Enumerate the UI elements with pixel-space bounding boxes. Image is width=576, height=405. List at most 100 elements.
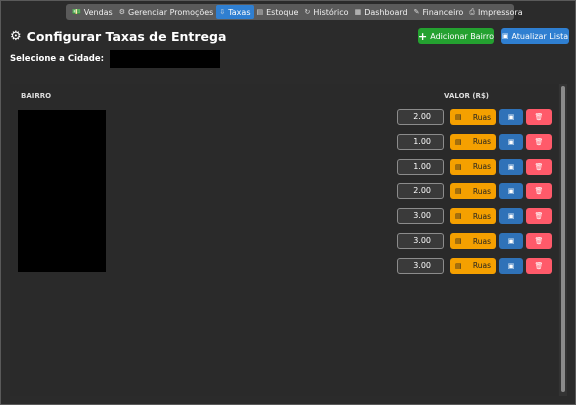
nav-item-impressora[interactable]: ⎙ Impressora	[466, 5, 525, 19]
scrollbar-thumb[interactable]	[561, 86, 565, 392]
save-icon: ▣	[507, 237, 515, 245]
add-neighborhood-label: Adicionar Bairro	[430, 31, 494, 41]
streets-label: Ruas	[472, 112, 491, 122]
city-select[interactable]	[110, 50, 221, 68]
nav-label: Financeiro	[422, 7, 464, 17]
nav-label: Taxas	[228, 7, 251, 17]
nav-label: Impressora	[477, 7, 523, 17]
delete-button[interactable]: 🗑	[526, 183, 552, 200]
streets-label: Ruas	[472, 162, 491, 172]
trash-icon: 🗑	[534, 261, 544, 270]
nav-item-vendas[interactable]: 💵 Vendas	[69, 5, 116, 19]
page-header: ⚙ Configurar Taxas de Entrega	[10, 29, 226, 44]
trash-icon: 🗑	[534, 187, 544, 196]
nav-icon: ↻	[304, 8, 311, 16]
delete-button[interactable]: 🗑	[526, 233, 552, 249]
nav-label: Histórico	[313, 7, 349, 17]
streets-label: Ruas	[472, 137, 491, 147]
nav-label: Dashboard	[364, 7, 408, 17]
add-neighborhood-button[interactable]: + Adicionar Bairro	[418, 28, 494, 44]
streets-label: Ruas	[472, 261, 491, 271]
nav-item-estoque[interactable]: ▤ Estoque	[254, 5, 302, 19]
nav-item-hist-rico[interactable]: ↻ Histórico	[301, 5, 351, 19]
streets-icon: ▤	[455, 137, 462, 146]
table-row: 1.00 ▤ Ruas ▣ 🗑	[397, 158, 557, 175]
nav-icon: ⎙	[469, 7, 475, 16]
streets-button[interactable]: ▤ Ruas	[450, 158, 496, 175]
save-icon: ▣	[507, 137, 515, 146]
fee-value-input[interactable]: 2.00	[397, 183, 444, 200]
column-header-valor: VALOR (R$)	[444, 92, 490, 100]
trash-icon: 🗑	[534, 113, 544, 121]
nav-icon: ▦	[354, 8, 362, 16]
streets-button[interactable]: ▤ Ruas	[450, 233, 496, 249]
refresh-icon: ▣	[501, 32, 509, 40]
delete-button[interactable]: 🗑	[526, 109, 552, 125]
fee-value-input[interactable]: 3.00	[397, 257, 444, 274]
fee-value-input[interactable]: 1.00	[397, 133, 444, 150]
streets-label: Ruas	[472, 236, 491, 246]
streets-icon: ▤	[455, 261, 462, 270]
gear-icon: ⚙	[10, 29, 22, 44]
city-selector-row: Selecione a Cidade:	[10, 50, 221, 68]
streets-button[interactable]: ▤ Ruas	[450, 208, 496, 225]
scrollbar[interactable]	[559, 84, 567, 396]
nav-item-dashboard[interactable]: ▦ Dashboard	[352, 5, 411, 19]
delete-button[interactable]: 🗑	[526, 133, 552, 150]
save-icon: ▣	[507, 212, 515, 221]
streets-icon: ▤	[455, 212, 462, 221]
nav-icon: ▤	[256, 8, 264, 16]
fee-value-input[interactable]: 3.00	[397, 208, 444, 225]
delete-button[interactable]: 🗑	[526, 158, 552, 175]
page-title: Configurar Taxas de Entrega	[26, 29, 227, 44]
refresh-list-button[interactable]: ▣ Atualizar Lista	[501, 28, 569, 44]
nav-icon: ✎	[413, 8, 420, 16]
fee-value-input[interactable]: 2.00	[397, 109, 444, 125]
nav-item-gerenciar-promo-es[interactable]: ⚙ Gerenciar Promoções	[116, 5, 217, 19]
trash-icon: 🗑	[534, 237, 544, 245]
plus-icon: +	[418, 29, 428, 43]
save-button[interactable]: ▣	[499, 257, 523, 274]
nav-icon: 💵	[72, 8, 81, 16]
save-button[interactable]: ▣	[499, 109, 523, 125]
trash-icon: 🗑	[534, 212, 544, 221]
table-row: 3.00 ▤ Ruas ▣ 🗑	[397, 233, 557, 249]
save-button[interactable]: ▣	[499, 233, 523, 249]
streets-label: Ruas	[472, 211, 491, 221]
table-row: 3.00 ▤ Ruas ▣ 🗑	[397, 257, 557, 274]
streets-icon: ▤	[455, 237, 462, 245]
save-icon: ▣	[507, 261, 515, 270]
top-nav: 💵 Vendas ⚙ Gerenciar Promoções ⇩ Taxas ▤ Estoqu…	[66, 4, 523, 20]
delete-button[interactable]: 🗑	[526, 208, 552, 225]
nav-icon: ⇩	[219, 8, 226, 16]
nav-item-taxas[interactable]: ⇩ Taxas	[216, 5, 254, 19]
nav-label: Estoque	[266, 7, 299, 17]
nav-item-financeiro[interactable]: ✎ Financeiro	[411, 5, 467, 19]
column-header-bairro: BAIRRO	[21, 92, 52, 100]
streets-button[interactable]: ▤ Ruas	[450, 133, 496, 150]
streets-button[interactable]: ▤ Ruas	[450, 257, 496, 274]
trash-icon: 🗑	[534, 162, 544, 171]
streets-icon: ▤	[455, 187, 462, 196]
table-row: 2.00 ▤ Ruas ▣ 🗑	[397, 109, 557, 125]
nav-label: Gerenciar Promoções	[128, 7, 214, 17]
save-button[interactable]: ▣	[499, 208, 523, 225]
nav-label: Vendas	[83, 7, 113, 17]
streets-icon: ▤	[455, 113, 462, 121]
save-button[interactable]: ▣	[499, 183, 523, 200]
delete-button[interactable]: 🗑	[526, 257, 552, 274]
fee-value-input[interactable]: 1.00	[397, 158, 444, 175]
fee-value-input[interactable]: 3.00	[397, 233, 444, 249]
streets-label: Ruas	[472, 186, 491, 196]
trash-icon: 🗑	[534, 137, 544, 146]
streets-button[interactable]: ▤ Ruas	[450, 109, 496, 125]
save-button[interactable]: ▣	[499, 133, 523, 150]
save-button[interactable]: ▣	[499, 158, 523, 175]
streets-button[interactable]: ▤ Ruas	[450, 183, 496, 200]
save-icon: ▣	[507, 113, 515, 121]
table-row: 1.00 ▤ Ruas ▣ 🗑	[397, 133, 557, 150]
nav-icon: ⚙	[118, 8, 125, 16]
save-icon: ▣	[507, 162, 515, 171]
table-row: 3.00 ▤ Ruas ▣ 🗑	[397, 208, 557, 225]
streets-icon: ▤	[455, 162, 462, 171]
